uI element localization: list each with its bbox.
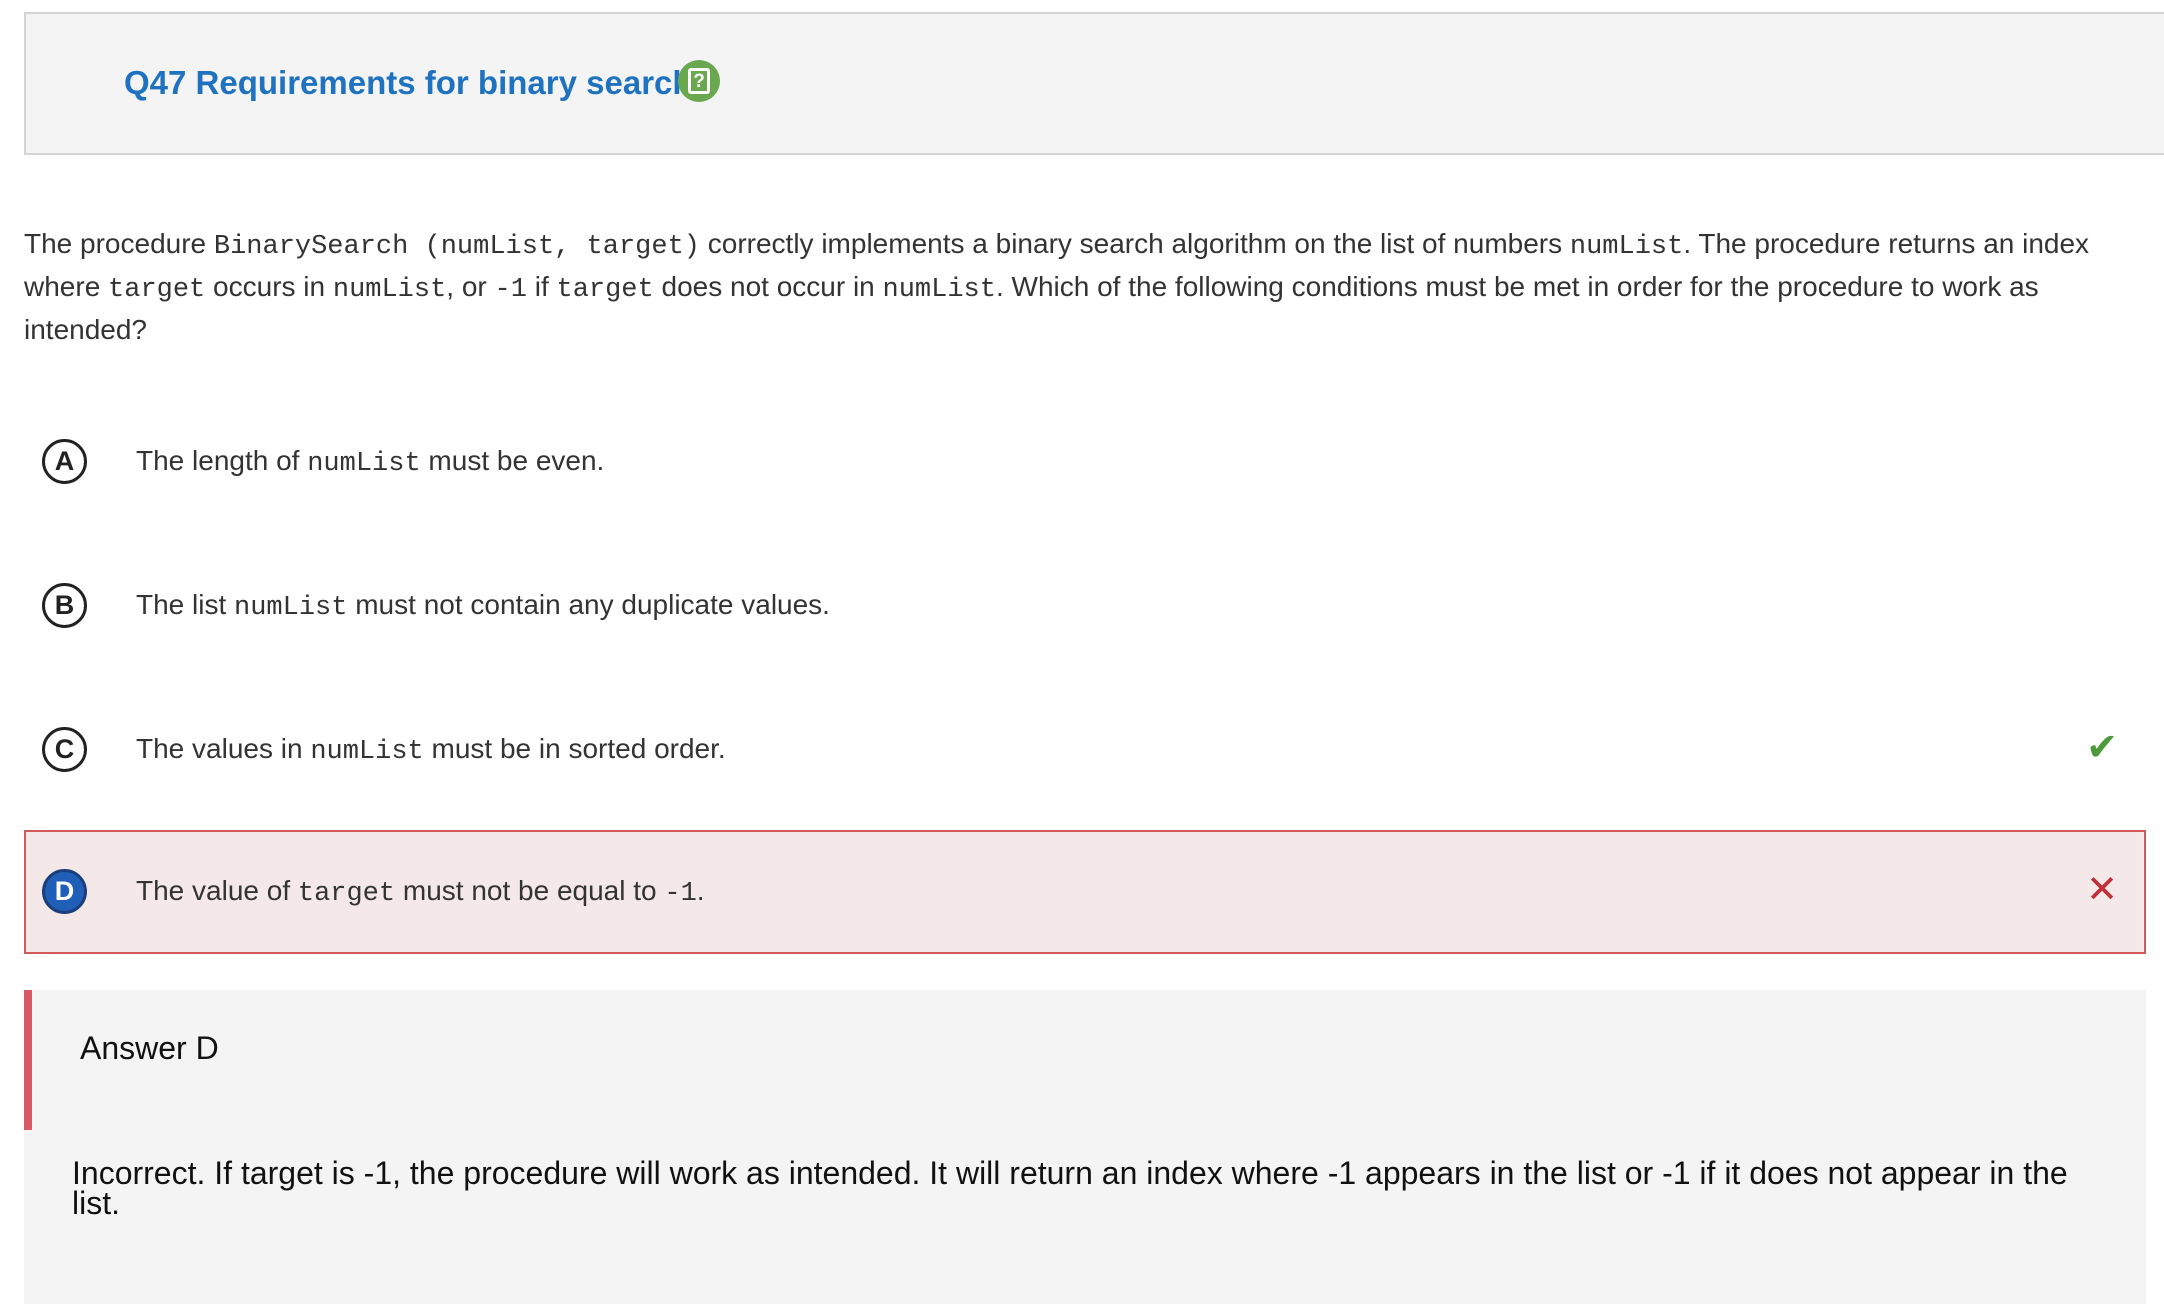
incorrect-x-icon: ✕ xyxy=(2086,869,2118,911)
option-letter-b[interactable]: B xyxy=(42,583,87,628)
question-header: Q47 Requirements for binary search ? xyxy=(24,12,2164,155)
option-text: The list numList must not contain any du… xyxy=(136,589,830,623)
answer-option-d[interactable]: D The value of target must not be equal … xyxy=(24,830,2146,954)
stem-code: BinarySearch (numList, target) xyxy=(213,232,700,262)
option-text: The value of target must not be equal to… xyxy=(136,875,705,909)
answer-explanation-panel: Answer D Incorrect. If target is -1, the… xyxy=(24,990,2146,1304)
stem-code: -1 xyxy=(494,275,527,305)
stem-code: target xyxy=(556,275,654,305)
answer-option-c[interactable]: C The values in numList must be in sorte… xyxy=(24,688,2146,812)
option-letter-a[interactable]: A xyxy=(42,439,87,484)
option-letter-c[interactable]: C xyxy=(42,727,87,772)
answer-accent-bar xyxy=(24,990,32,1130)
answer-heading: Answer D xyxy=(80,1030,219,1066)
stem-code: numList xyxy=(1569,232,1684,262)
question-stem: The procedure BinarySearch (numList, tar… xyxy=(24,224,2154,350)
stem-code: numList xyxy=(332,275,447,305)
stem-code: target xyxy=(108,275,206,305)
help-note-icon[interactable]: ? xyxy=(678,60,720,102)
answer-option-b[interactable]: B The list numList must not contain any … xyxy=(24,544,2146,668)
answer-explanation-text: Incorrect. If target is -1, the procedur… xyxy=(72,1155,2068,1221)
stem-text: The procedure xyxy=(24,228,214,259)
stem-text: correctly implements a binary search alg… xyxy=(699,228,1570,259)
stem-text: does not occur in xyxy=(653,271,883,302)
answer-option-a[interactable]: A The length of numList must be even. xyxy=(24,400,2146,524)
correct-check-icon: ✔ xyxy=(2086,727,2118,769)
stem-text: , or xyxy=(446,271,495,302)
stem-text: occurs in xyxy=(205,271,333,302)
question-title: Q47 Requirements for binary search xyxy=(124,64,693,101)
option-text: The length of numList must be even. xyxy=(136,445,605,479)
stem-code: numList xyxy=(882,275,996,305)
option-letter-d[interactable]: D xyxy=(42,869,87,914)
option-text: The values in numList must be in sorted … xyxy=(136,733,726,767)
stem-text: if xyxy=(526,271,557,302)
